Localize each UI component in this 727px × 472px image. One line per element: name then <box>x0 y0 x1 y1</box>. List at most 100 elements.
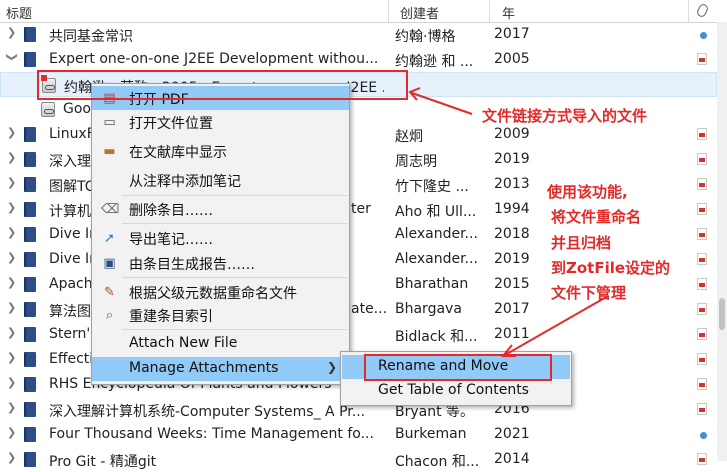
pdf-icon <box>697 178 707 190</box>
item-creator: 竹下隆史 ... <box>395 179 469 195</box>
chevron-right-icon[interactable]: ❯ <box>7 176 17 189</box>
menu-item-open-pdf[interactable]: ▤ 打开 PDF <box>92 86 349 110</box>
book-icon <box>24 152 36 167</box>
annotation-zotfile-line: 文件下管理 <box>551 284 627 302</box>
menu-item-add-note-from-annotations[interactable]: 从注释中添加笔记 <box>92 168 349 192</box>
menu-item-label: 删除条目…… <box>129 203 213 219</box>
attachment-column-icon[interactable] <box>695 2 710 19</box>
item-year: 2018 <box>494 226 530 242</box>
item-title: Expert one-on-one J2EE Development witho… <box>49 51 379 67</box>
column-divider[interactable] <box>688 0 689 22</box>
book-icon <box>24 402 36 417</box>
chevron-right-icon[interactable]: ❯ <box>7 251 17 264</box>
chevron-right-icon[interactable]: ❯ <box>7 401 17 414</box>
item-year: 2014 <box>494 451 530 467</box>
title-column-header[interactable]: 标题 <box>6 3 32 22</box>
status-dot-icon <box>700 32 707 39</box>
item-title: 共同基金常识 <box>49 29 133 45</box>
item-year: 2019 <box>494 151 530 167</box>
menu-item-label: 根据父级元数据重命名文件 <box>129 286 297 302</box>
menu-item-open-file-location[interactable]: ▭ 打开文件位置 <box>92 110 349 134</box>
column-divider[interactable] <box>388 0 389 22</box>
item-creator: 周志明 <box>395 154 437 170</box>
linked-file-icon <box>41 102 55 117</box>
book-icon <box>24 227 36 242</box>
pdf-icon <box>697 303 707 315</box>
export-arrow-icon: ➚ <box>104 231 115 246</box>
pdf-icon <box>697 403 707 415</box>
item-creator: Alexander... <box>395 251 478 267</box>
item-creator: 赵炯 <box>395 129 423 145</box>
creator-column-header[interactable]: 创建者 <box>400 3 439 22</box>
item-year: 2009 <box>494 126 530 142</box>
menu-item-get-table-of-contents[interactable]: Get Table of Contents <box>342 379 570 403</box>
chevron-down-icon[interactable]: ❯ <box>6 53 19 63</box>
table-row[interactable]: ❯ Four Thousand Weeks: Time Management f… <box>0 422 717 447</box>
item-creator: Burkeman <box>395 426 467 442</box>
item-creator: 约翰逊 和 ... <box>395 54 474 70</box>
item-creator: Chacon 和... <box>395 454 480 470</box>
chevron-right-icon[interactable]: ❯ <box>7 276 17 289</box>
table-row[interactable]: ❯ Expert one-on-one J2EE Development wit… <box>0 47 717 72</box>
book-icon <box>24 202 36 217</box>
chevron-right-icon[interactable]: ❯ <box>7 151 17 164</box>
column-divider[interactable] <box>489 0 490 22</box>
menu-item-attach-new-file[interactable]: Attach New File <box>92 332 349 356</box>
library-icon: ▬ <box>103 144 116 159</box>
menu-item-manage-attachments[interactable]: Manage Attachments ❯ <box>92 357 349 381</box>
chevron-right-icon[interactable]: ❯ <box>7 126 17 139</box>
chevron-right-icon[interactable]: ❯ <box>7 376 17 389</box>
annotation-linked-file: 文件链接方式导入的文件 <box>482 107 648 125</box>
pdf-icon <box>697 378 707 390</box>
item-title: Four Thousand Weeks: Time Management fo.… <box>49 426 374 442</box>
item-creator: Alexander... <box>395 226 478 242</box>
menu-item-show-in-library[interactable]: ▬ 在文献库中显示 <box>92 139 349 163</box>
menu-item-label: 重建条目索引 <box>129 309 213 325</box>
chevron-right-icon: ❯ <box>326 360 337 374</box>
pdf-icon <box>697 253 707 265</box>
year-column-header[interactable]: 年 <box>502 3 515 22</box>
context-menu: ▤ 打开 PDF ▭ 打开文件位置 ▬ 在文献库中显示 从注释中添加笔记 ⌫ 删… <box>91 83 350 385</box>
menu-item-delete-item[interactable]: ⌫ 删除条目…… <box>92 197 349 221</box>
chevron-right-icon[interactable]: ❯ <box>7 26 17 39</box>
chevron-right-icon[interactable]: ❯ <box>7 351 17 364</box>
menu-item-label: 打开文件位置 <box>129 116 213 132</box>
menu-divider <box>122 277 347 278</box>
book-icon <box>24 427 36 442</box>
book-icon <box>24 52 36 67</box>
book-icon <box>24 377 36 392</box>
item-year: 2013 <box>494 176 530 192</box>
pdf-icon <box>697 328 707 340</box>
pdf-icon <box>697 128 707 140</box>
scrollbar-thumb[interactable] <box>719 298 725 330</box>
item-year: 2017 <box>494 26 530 42</box>
chevron-right-icon[interactable]: ❯ <box>7 201 17 214</box>
annotation-zotfile-line: 到ZotFile设定的 <box>551 259 671 277</box>
pdf-icon <box>697 203 707 215</box>
menu-item-reindex[interactable]: ⌕ 重建条目索引 <box>92 303 349 327</box>
annotation-zotfile-line: 并且归档 <box>551 234 612 252</box>
menu-item-label: 在文献库中显示 <box>129 145 227 161</box>
pdf-icon <box>697 353 707 365</box>
book-icon <box>24 302 36 317</box>
table-row[interactable]: ❯ Pro Git - 精通git Chacon 和... 2014 <box>0 447 717 472</box>
table-row[interactable]: ❯ 共同基金常识 约翰·博格 2017 <box>0 22 717 47</box>
manage-attachments-submenu: Rename and Move Get Table of Contents <box>340 351 572 406</box>
menu-item-export-notes[interactable]: ➚ 导出笔记…… <box>92 226 349 250</box>
chevron-right-icon[interactable]: ❯ <box>7 451 17 464</box>
report-icon: ▣ <box>103 256 116 271</box>
chevron-right-icon[interactable]: ❯ <box>7 226 17 239</box>
chevron-right-icon[interactable]: ❯ <box>7 426 17 439</box>
item-creator: Aho 和 Ull... <box>395 204 477 220</box>
annotation-zotfile-line: 使用该功能, <box>547 183 628 201</box>
chevron-right-icon[interactable]: ❯ <box>7 301 17 314</box>
menu-item-label: 打开 PDF <box>129 92 189 108</box>
chevron-right-icon[interactable]: ❯ <box>7 326 17 339</box>
menu-item-generate-report[interactable]: ▣ 由条目生成报告…… <box>92 251 349 275</box>
item-year: 2011 <box>494 326 530 342</box>
column-header: 标题 创建者 年 <box>0 0 727 23</box>
vertical-scrollbar[interactable] <box>717 22 727 461</box>
menu-item-rename-from-parent[interactable]: ✎ 根据父级元数据重命名文件 <box>92 280 349 304</box>
pdf-icon <box>697 153 707 165</box>
menu-item-rename-and-move[interactable]: Rename and Move <box>342 355 570 379</box>
